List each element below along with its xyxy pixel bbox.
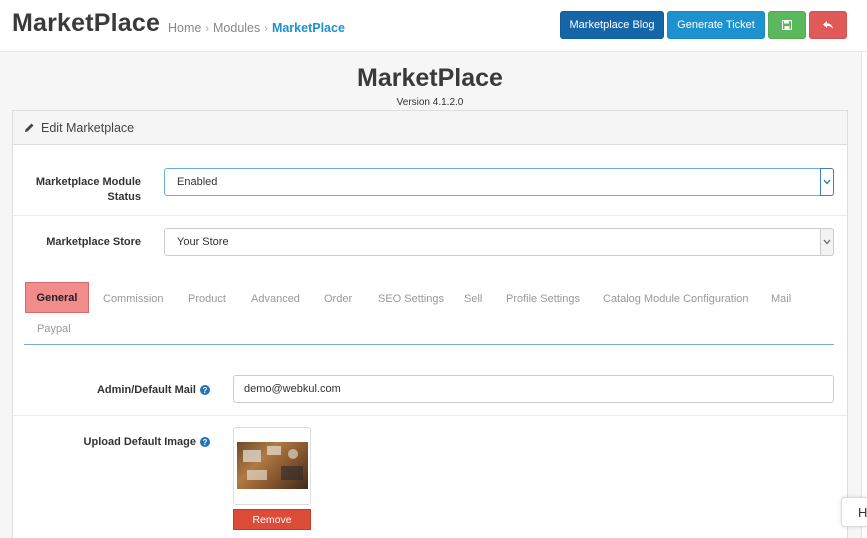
back-button[interactable] xyxy=(809,11,847,39)
scrollbar[interactable] xyxy=(861,52,867,538)
tab-advanced[interactable]: Advanced xyxy=(251,293,300,305)
image-thumbnail[interactable] xyxy=(233,427,311,505)
status-select-value: Enabled xyxy=(177,176,218,188)
upload-image-label-text: Upload Default Image xyxy=(83,436,196,448)
store-row: Marketplace Store Your Store xyxy=(13,216,847,273)
chevron-down-icon xyxy=(820,228,834,256)
store-select[interactable]: Your Store xyxy=(164,228,834,256)
tab-product[interactable]: Product xyxy=(188,293,226,305)
tab-mail[interactable]: Mail xyxy=(771,293,791,305)
tab-paypal[interactable]: Paypal xyxy=(37,323,71,335)
save-button[interactable] xyxy=(768,11,806,39)
tab-general[interactable]: General xyxy=(25,282,89,313)
breadcrumb: Home › Modules › MarketPlace xyxy=(168,21,345,35)
admin-mail-row: Admin/Default Mail? demo@webkul.com xyxy=(13,369,847,416)
generate-ticket-button[interactable]: Generate Ticket xyxy=(667,11,765,39)
store-select-value: Your Store xyxy=(177,236,229,248)
admin-mail-input[interactable]: demo@webkul.com xyxy=(233,375,834,403)
module-title: MarketPlace xyxy=(357,64,503,92)
store-label: Marketplace Store xyxy=(46,236,141,248)
panel-heading: Edit Marketplace xyxy=(13,111,847,145)
pencil-icon xyxy=(25,123,34,132)
breadcrumb-separator-icon: › xyxy=(264,23,268,35)
panel-heading-text: Edit Marketplace xyxy=(41,120,135,135)
tab-profile-settings[interactable]: Profile Settings xyxy=(506,293,580,305)
status-label-line1: Marketplace Module xyxy=(35,176,141,188)
breadcrumb-marketplace[interactable]: MarketPlace xyxy=(272,21,345,35)
reply-icon xyxy=(823,21,833,29)
tab-catalog-module-configuration[interactable]: Catalog Module Configuration xyxy=(603,293,749,305)
breadcrumb-home[interactable]: Home xyxy=(168,21,201,35)
tab-commission[interactable]: Commission xyxy=(103,293,164,305)
default-image xyxy=(237,442,308,489)
tab-sell[interactable]: Sell xyxy=(464,293,482,305)
breadcrumb-modules[interactable]: Modules xyxy=(213,21,260,35)
edit-panel: Edit Marketplace Marketplace Module Stat… xyxy=(12,110,848,538)
remove-image-button[interactable]: Remove xyxy=(233,509,311,530)
breadcrumb-separator-icon: › xyxy=(205,23,210,35)
question-icon[interactable]: ? xyxy=(200,437,210,448)
tab-seo-settings[interactable]: SEO Settings xyxy=(378,293,444,305)
upload-image-label: Upload Default Image? xyxy=(23,435,210,450)
settings-tabs: General Commission Product Advanced Orde… xyxy=(24,281,834,345)
question-icon[interactable]: ? xyxy=(200,385,210,396)
upload-image-row: Upload Default Image? Remove xyxy=(13,416,847,538)
top-header: MarketPlace Home › Modules › MarketPlace Mar… xyxy=(0,0,867,52)
status-label: Marketplace Module Status xyxy=(23,175,141,205)
status-row: Marketplace Module Status Enabled xyxy=(13,145,847,216)
module-version: Version 4.1.2.0 xyxy=(396,97,464,108)
admin-mail-label-text: Admin/Default Mail xyxy=(96,384,196,396)
tab-order[interactable]: Order xyxy=(324,293,352,305)
marketplace-blog-button[interactable]: Marketplace Blog xyxy=(560,11,664,39)
status-select[interactable]: Enabled xyxy=(164,168,834,196)
admin-mail-label: Admin/Default Mail? xyxy=(23,383,210,398)
help-side-tab[interactable]: H xyxy=(841,497,867,527)
chevron-down-icon xyxy=(820,168,834,196)
save-icon xyxy=(782,20,792,30)
page-title: MarketPlace xyxy=(12,9,161,37)
status-label-line2: Status xyxy=(107,191,141,203)
